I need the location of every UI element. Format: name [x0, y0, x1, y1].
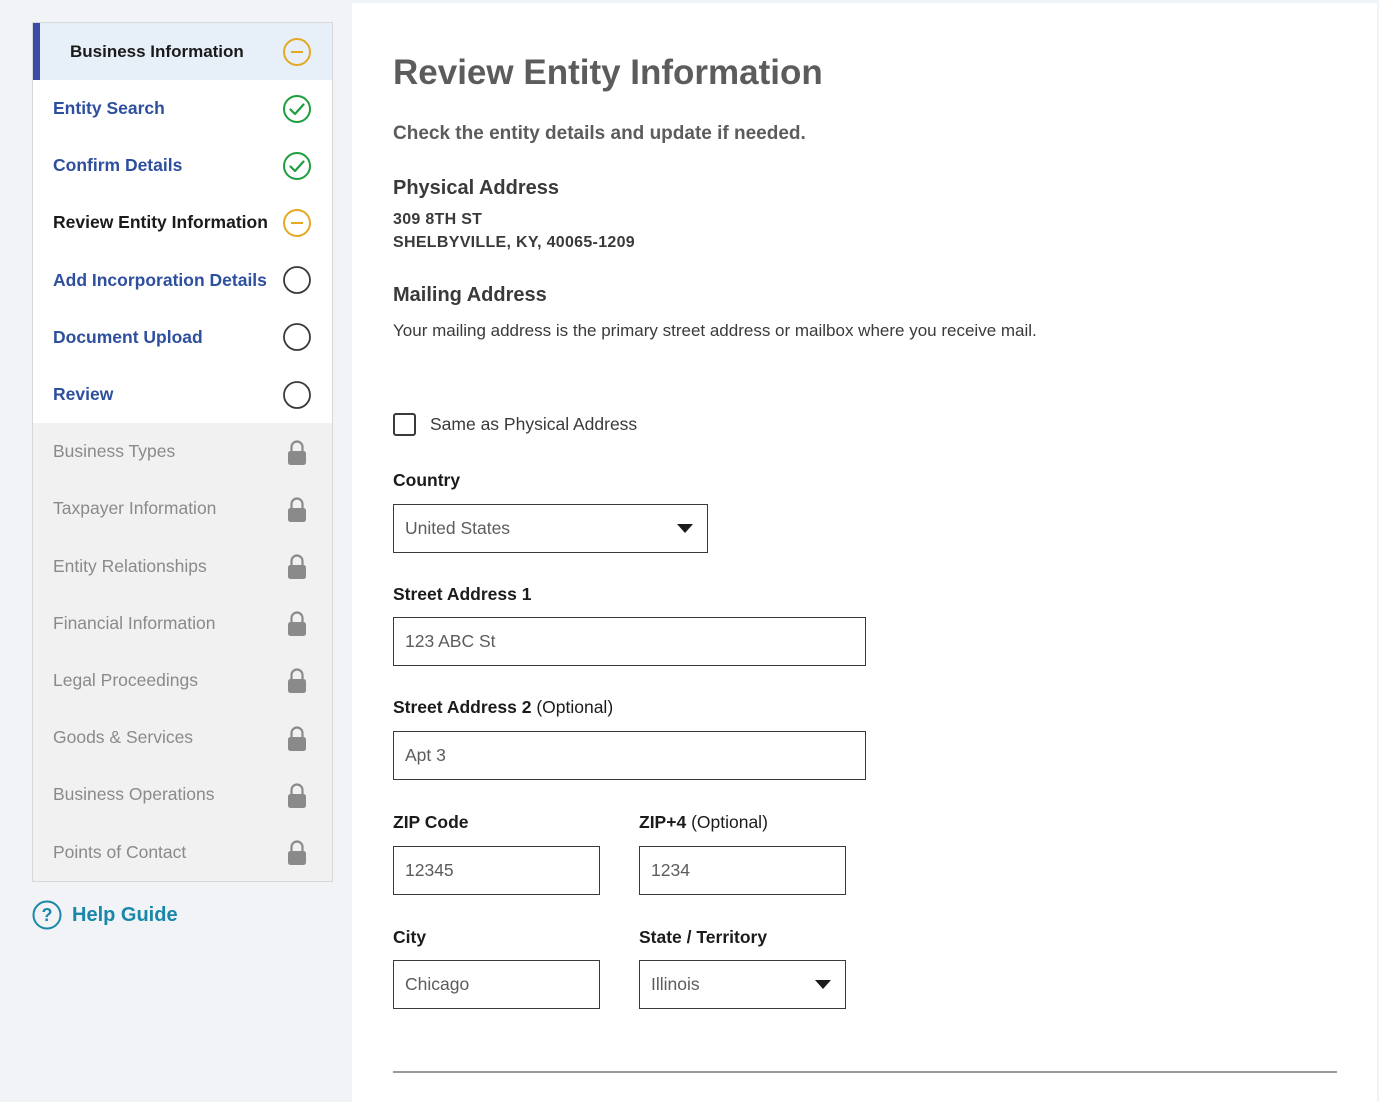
sidebar-item-label: Add Incorporation Details: [53, 269, 267, 290]
state-label: State / Territory: [639, 927, 768, 947]
lock-icon: [282, 723, 312, 753]
city-placeholder: Chicago: [405, 974, 470, 994]
physical-address-line1: 309 8TH ST: [393, 211, 483, 228]
same-as-physical-checkbox[interactable]: [393, 413, 416, 436]
sidebar-item-financial-information: Financial Information: [33, 594, 332, 652]
in-progress-icon: [282, 37, 312, 67]
sidebar-item-label: Review Entity Information: [53, 212, 268, 233]
sidebar-item-taxpayer-information: Taxpayer Information: [33, 480, 332, 538]
country-label: Country: [393, 470, 461, 490]
sidebar-item-points-of-contact: Points of Contact: [33, 823, 332, 881]
zip4-placeholder: 1234: [651, 860, 690, 880]
page-subtitle: Check the entity details and update if n…: [393, 123, 806, 144]
page-title: Review Entity Information: [393, 53, 823, 92]
svg-text:?: ?: [42, 905, 53, 925]
sidebar-item-label: Entity Relationships: [53, 555, 207, 576]
sidebar-item-review[interactable]: Review: [33, 365, 332, 424]
empty-circle-icon: [282, 265, 312, 295]
zip4-label-text: ZIP+4: [639, 812, 687, 832]
zip4-optional: (Optional): [691, 812, 768, 832]
nav-section-business-information[interactable]: Business Information: [33, 23, 332, 80]
chevron-down-icon: [815, 980, 831, 989]
physical-address-heading: Physical Address: [393, 177, 560, 199]
sidebar-item-label: Business Operations: [53, 784, 215, 805]
sidebar-item-label: Business Types: [53, 441, 176, 462]
check-circle-icon: [282, 151, 312, 181]
sidebar-item-goods-services: Goods & Services: [33, 709, 332, 767]
empty-circle-icon: [282, 322, 312, 352]
sidebar-item-entity-search[interactable]: Entity Search: [33, 80, 332, 138]
sidebar-item-label: Financial Information: [53, 612, 216, 633]
nav-section-label: Business Information: [70, 41, 244, 61]
left-column: Business Information Entity Search Confir…: [0, 0, 352, 1102]
side-navigation: Business Information Entity Search Confir…: [32, 22, 333, 882]
street2-label: Street Address 2 (Optional): [393, 697, 613, 718]
sidebar-item-add-incorporation-details[interactable]: Add Incorporation Details: [33, 251, 332, 309]
lock-icon: [282, 551, 312, 581]
street2-input[interactable]: Apt 3: [393, 731, 866, 780]
lock-icon: [282, 608, 312, 638]
zip-label: ZIP Code: [393, 812, 469, 832]
street2-placeholder: Apt 3: [405, 745, 446, 765]
section-divider: [393, 1071, 1337, 1073]
street2-optional: (Optional): [536, 697, 614, 717]
street2-label-text: Street Address 2: [393, 697, 532, 717]
zip-input[interactable]: 12345: [393, 846, 600, 895]
question-circle-icon: ?: [32, 900, 62, 930]
city-input[interactable]: Chicago: [393, 960, 600, 1009]
zip-placeholder: 12345: [405, 860, 454, 880]
zip4-input[interactable]: 1234: [639, 846, 846, 895]
street1-input[interactable]: 123 ABC St: [393, 617, 866, 666]
sidebar-item-business-types: Business Types: [33, 423, 332, 481]
mailing-address-heading: Mailing Address: [393, 284, 547, 306]
sidebar-item-document-upload[interactable]: Document Upload: [33, 308, 332, 366]
sidebar-item-label: Legal Proceedings: [53, 669, 198, 690]
zip4-label: ZIP+4 (Optional): [639, 812, 768, 833]
street1-label: Street Address 1: [393, 584, 532, 604]
country-value: United States: [405, 518, 511, 538]
same-as-physical-checkbox-row[interactable]: Same as Physical Address: [393, 413, 637, 436]
sidebar-item-business-operations: Business Operations: [33, 766, 332, 824]
country-select[interactable]: United States: [393, 504, 708, 553]
sidebar-item-label: Points of Contact: [53, 841, 187, 862]
sidebar-item-review-entity-information[interactable]: Review Entity Information: [33, 194, 332, 252]
in-progress-icon: [282, 208, 312, 238]
state-select[interactable]: Illinois: [639, 960, 846, 1009]
empty-circle-icon: [282, 380, 312, 410]
same-as-physical-label: Same as Physical Address: [430, 414, 638, 434]
state-value: Illinois: [651, 974, 700, 994]
main-content: Review Entity Information Check the enti…: [352, 3, 1377, 1102]
street1-placeholder: 123 ABC St: [405, 631, 496, 651]
city-label: City: [393, 927, 427, 947]
sidebar-item-label: Goods & Services: [53, 727, 194, 748]
sidebar-item-label: Taxpayer Information: [53, 498, 217, 519]
sidebar-item-confirm-details[interactable]: Confirm Details: [33, 137, 332, 195]
help-guide-label: Help Guide: [72, 903, 178, 926]
sidebar-item-label: Entity Search: [53, 98, 165, 119]
sidebar-item-legal-proceedings: Legal Proceedings: [33, 651, 332, 710]
mailing-address-hint: Your mailing address is the primary stre…: [393, 321, 1037, 340]
lock-icon: [282, 494, 312, 524]
sidebar-item-entity-relationships: Entity Relationships: [33, 537, 332, 595]
help-guide-link[interactable]: ? Help Guide: [32, 900, 178, 930]
sidebar-item-label: Document Upload: [53, 326, 203, 347]
lock-icon: [282, 837, 312, 867]
sidebar-item-label: Confirm Details: [53, 155, 183, 176]
lock-icon: [282, 665, 312, 695]
lock-icon: [282, 780, 312, 810]
lock-icon: [282, 437, 312, 467]
chevron-down-icon: [677, 524, 693, 533]
check-circle-icon: [282, 94, 312, 124]
sidebar-item-label: Review: [53, 384, 114, 405]
physical-address-line2: SHELBYVILLE, KY, 40065-1209: [393, 234, 635, 251]
